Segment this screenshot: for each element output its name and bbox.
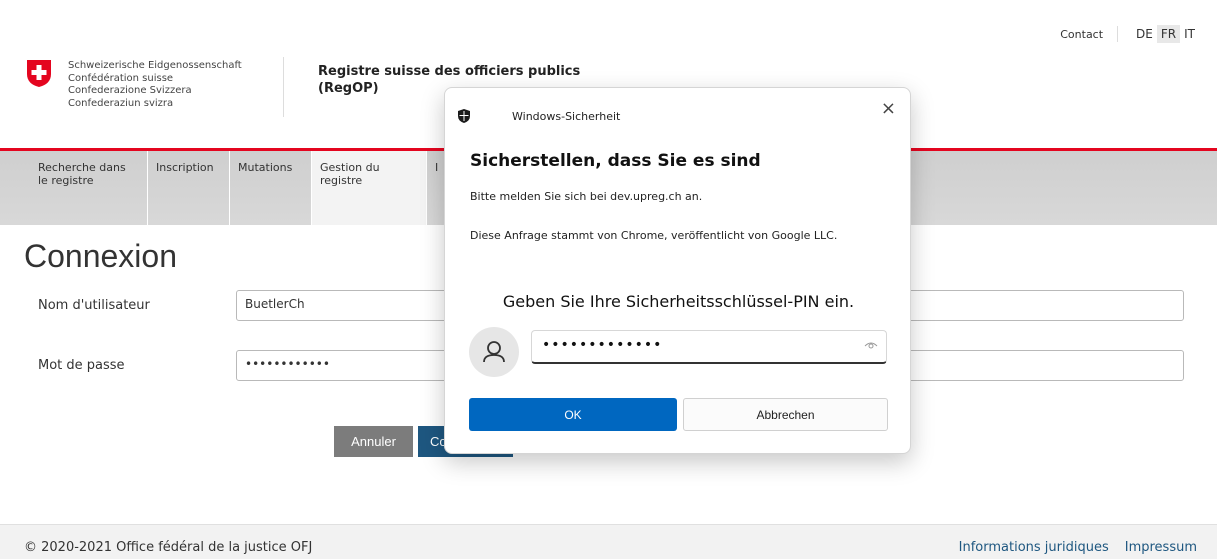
ok-button[interactable]: OK <box>469 398 677 431</box>
top-links-divider <box>1117 26 1119 42</box>
dialog-heading: Sicherstellen, dass Sie es sind <box>470 151 761 171</box>
nav-item-label: Gestion du <box>320 161 380 174</box>
password-label: Mot de passe <box>38 358 125 373</box>
footer-links: Informations juridiques Impressum <box>959 540 1197 555</box>
nav-item-search-register[interactable]: Recherche dans le registre <box>30 151 148 225</box>
avatar <box>469 327 519 377</box>
lang-fr-link[interactable]: FR <box>1156 25 1181 43</box>
federation-name-de: Schweizerische Eidgenossenschaft <box>68 60 242 71</box>
username-label: Nom d'utilisateur <box>38 298 150 313</box>
app-title-line1: Registre suisse des officiers publics <box>318 64 581 79</box>
pin-prompt: Geben Sie Ihre Sicherheitsschlüssel-PIN … <box>502 292 855 311</box>
federation-name-fr: Confédération suisse <box>68 72 174 84</box>
close-icon[interactable]: × <box>881 98 896 119</box>
dialog-app-name: Windows-Sicherheit <box>512 110 621 123</box>
shield-icon <box>458 109 470 123</box>
site-footer: © 2020-2021 Office fédéral de la justice… <box>0 524 1217 559</box>
legal-info-link[interactable]: Informations juridiques <box>959 540 1109 555</box>
top-links: Contact DE FR IT <box>1060 25 1199 43</box>
federation-names: Schweizerische Eidgenossenschaft Confédé… <box>68 60 242 110</box>
dialog-origin-text: Diese Anfrage stammt von Chrome, veröffe… <box>470 229 838 242</box>
nav-item-register-management[interactable]: Gestion du registre <box>312 151 427 225</box>
pin-input[interactable]: ••••••••••••• <box>531 330 887 364</box>
contact-link[interactable]: Contact <box>1060 28 1103 41</box>
cancel-button[interactable]: Annuler <box>334 426 413 457</box>
nav-item-label: registre <box>320 174 363 187</box>
nav-item-label: I <box>435 161 439 174</box>
user-icon <box>483 341 505 363</box>
abbrechen-button[interactable]: Abbrechen <box>683 398 888 431</box>
swiss-cross-icon <box>27 60 51 87</box>
nav-item-mutations[interactable]: Mutations <box>230 151 312 225</box>
page-title: Connexion <box>24 238 177 274</box>
nav-item-label: Inscription <box>156 161 214 174</box>
federation-name-rm: Confederaziun svizra <box>68 97 174 109</box>
nav-item-label: Mutations <box>238 161 293 174</box>
dialog-signin-text: Bitte melden Sie sich bei dev.upreg.ch a… <box>470 190 703 203</box>
copyright-text: © 2020-2021 Office fédéral de la justice… <box>24 540 313 555</box>
eye-icon[interactable] <box>864 338 878 352</box>
windows-security-dialog: Windows-Sicherheit × Sicherstellen, dass… <box>444 87 911 454</box>
nav-item-label: le registre <box>38 174 94 187</box>
nav-item-inscription[interactable]: Inscription <box>148 151 230 225</box>
lang-it-link[interactable]: IT <box>1180 25 1199 43</box>
nav-item-label: Recherche dans <box>38 161 126 174</box>
federation-name-it: Confederazione Svizzera <box>68 85 192 96</box>
impressum-link[interactable]: Impressum <box>1125 540 1197 555</box>
header-divider <box>283 57 284 117</box>
lang-de-link[interactable]: DE <box>1132 25 1157 43</box>
